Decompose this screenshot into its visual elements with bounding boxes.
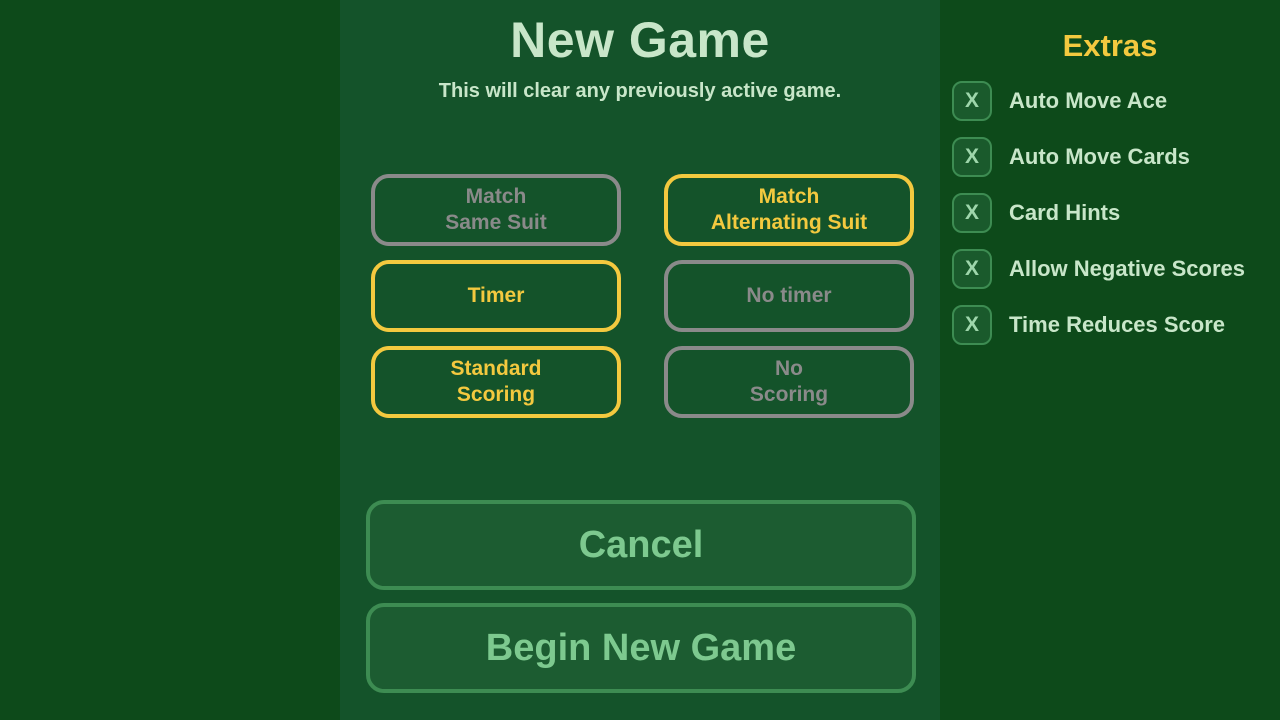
extra-item-time-reduces-score[interactable]: X Time Reduces Score <box>952 305 1280 345</box>
extra-item-label: Auto Move Cards <box>1009 144 1190 169</box>
extras-title: Extras <box>1062 28 1158 63</box>
checkbox-checked-icon[interactable]: X <box>952 305 992 345</box>
page-title: New Game <box>510 12 770 68</box>
new-game-dialog-panel: New Game This will clear any previously … <box>340 0 940 720</box>
option-row-scoring: Standard Scoring No Scoring <box>340 346 940 418</box>
option-no-timer[interactable]: No timer <box>664 260 914 332</box>
extra-item-label: Allow Negative Scores <box>1009 256 1245 281</box>
dialog-subtitle: This will clear any previously active ga… <box>438 80 842 102</box>
checkbox-checked-icon[interactable]: X <box>952 137 992 177</box>
extras-list: X Auto Move Ace X Auto Move Cards X Card… <box>952 81 1280 361</box>
option-match-same-suit[interactable]: Match Same Suit <box>371 174 621 246</box>
extra-item-allow-negative-scores[interactable]: X Allow Negative Scores <box>952 249 1280 289</box>
checkbox-checked-icon[interactable]: X <box>952 193 992 233</box>
extra-item-label: Time Reduces Score <box>1009 312 1226 337</box>
option-timer[interactable]: Timer <box>371 260 621 332</box>
begin-new-game-button[interactable]: Begin New Game <box>366 603 916 693</box>
option-standard-scoring[interactable]: Standard Scoring <box>371 346 621 418</box>
extras-panel: Extras X Auto Move Ace X Auto Move Cards… <box>940 0 1280 720</box>
extra-item-auto-move-cards[interactable]: X Auto Move Cards <box>952 137 1280 177</box>
option-row-suit-matching: Match Same Suit Match Alternating Suit <box>340 174 940 246</box>
extra-item-auto-move-ace[interactable]: X Auto Move Ace <box>952 81 1280 121</box>
extra-item-label: Card Hints <box>1009 200 1121 225</box>
extra-item-label: Auto Move Ace <box>1009 88 1168 113</box>
checkbox-checked-icon[interactable]: X <box>952 81 992 121</box>
checkbox-checked-icon[interactable]: X <box>952 249 992 289</box>
option-row-timer: Timer No timer <box>340 260 940 332</box>
cancel-button[interactable]: Cancel <box>366 500 916 590</box>
option-no-scoring[interactable]: No Scoring <box>664 346 914 418</box>
extra-item-card-hints[interactable]: X Card Hints <box>952 193 1280 233</box>
option-match-alternating-suit[interactable]: Match Alternating Suit <box>664 174 914 246</box>
